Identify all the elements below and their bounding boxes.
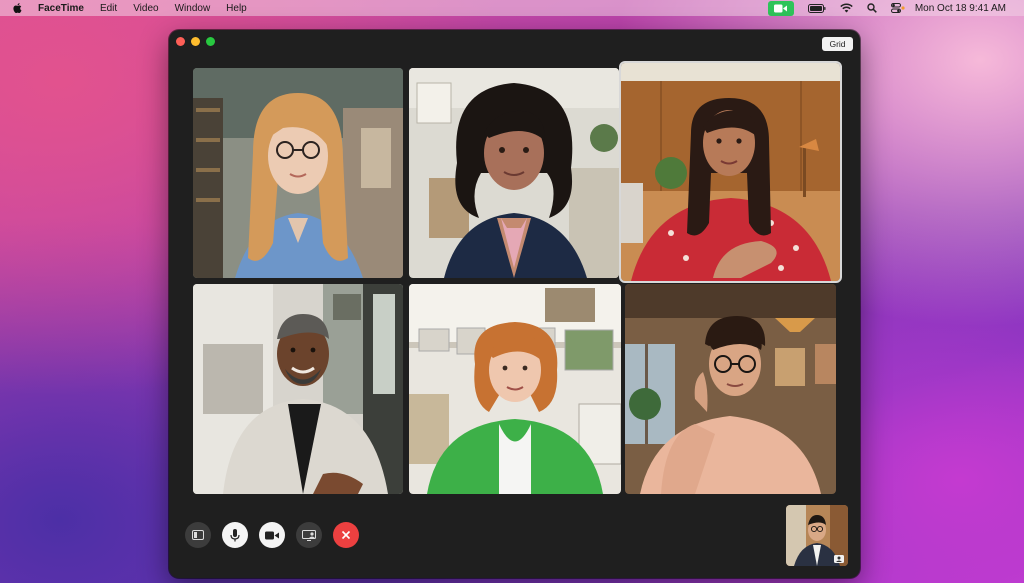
search-icon[interactable] [867,3,877,13]
menu-help[interactable]: Help [226,3,247,14]
control-center-icon[interactable] [890,3,905,13]
menu-bar: FaceTime Edit Video Window Help Mon Oct … [0,0,1024,16]
self-view-video [786,505,848,566]
participant-video-3 [621,63,840,281]
microphone-icon [230,528,240,541]
grid-button[interactable]: Grid [822,37,853,51]
participant-tile-6[interactable] [625,284,836,494]
self-view-tile[interactable] [786,505,848,566]
participant-video-6 [625,284,836,494]
participant-tile-2[interactable] [409,68,619,278]
participant-tile-1[interactable] [193,68,403,278]
end-call-button[interactable] [333,522,359,548]
end-call-icon [341,530,351,540]
camera-button[interactable] [259,522,285,548]
participant-tile-3[interactable] [619,61,842,283]
participant-video-1 [193,68,403,278]
menu-edit[interactable]: Edit [100,3,117,14]
menu-clock[interactable]: Mon Oct 18 9:41 AM [915,3,1006,14]
sidebar-icon [192,530,204,540]
facetime-window: Grid [169,30,860,578]
share-screen-button[interactable] [296,522,322,548]
window-controls [176,37,221,46]
menu-window[interactable]: Window [175,3,211,14]
battery-icon[interactable] [807,3,826,13]
sidebar-button[interactable] [185,522,211,548]
facetime-camera-icon[interactable] [767,0,794,16]
microphone-button[interactable] [222,522,248,548]
menu-video[interactable]: Video [133,3,158,14]
participant-video-4 [193,284,403,494]
close-window-button[interactable] [176,37,185,46]
call-controls [185,522,370,548]
minimize-window-button[interactable] [191,37,200,46]
apple-logo-icon[interactable] [12,2,24,14]
fullscreen-window-button[interactable] [206,37,215,46]
menu-app-name[interactable]: FaceTime [38,3,84,14]
participant-video-5 [409,284,621,494]
share-screen-icon [302,529,316,541]
camera-icon [265,531,279,539]
participant-tile-5[interactable] [409,284,621,494]
wifi-icon[interactable] [840,3,853,13]
participant-tile-4[interactable] [193,284,403,494]
participant-video-2 [409,68,619,278]
